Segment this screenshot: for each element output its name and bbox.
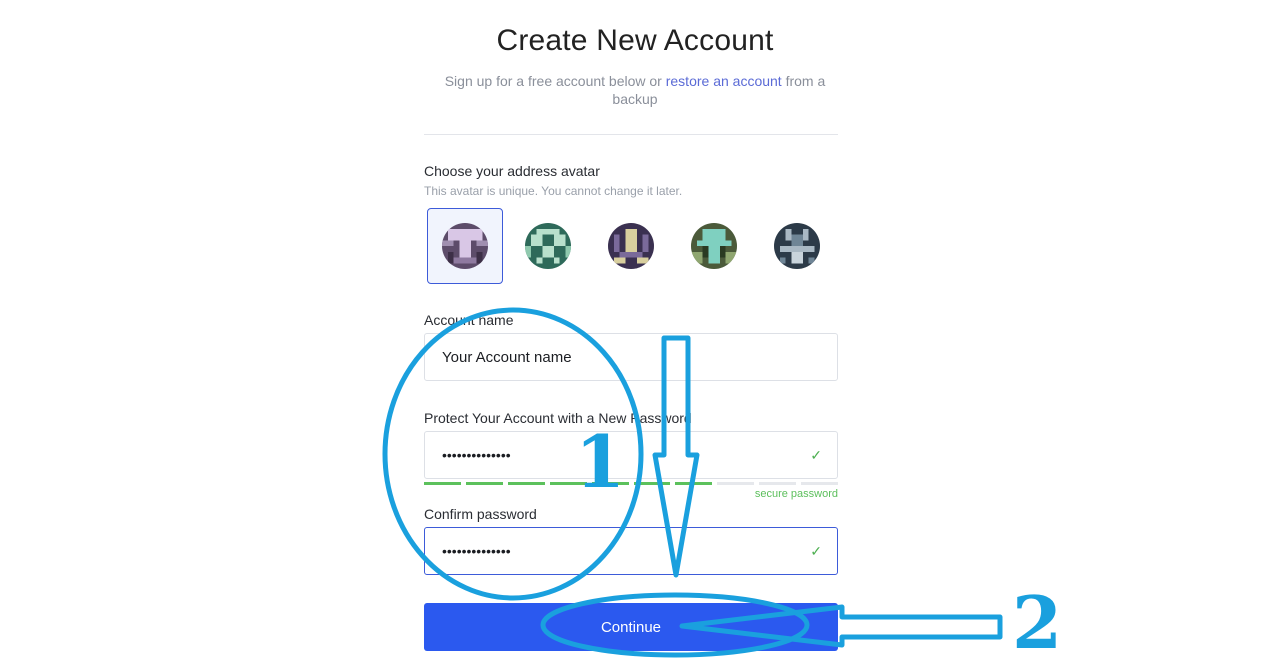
avatar-section-hint: This avatar is unique. You cannot change… xyxy=(424,184,683,198)
account-name-label: Account name xyxy=(424,312,514,328)
avatar-icon xyxy=(774,223,820,269)
annotation-number-1: 1 xyxy=(575,419,626,504)
subtitle-text-before: Sign up for a free account below or xyxy=(444,73,666,89)
avatar-option-4[interactable] xyxy=(676,208,752,284)
strength-segment xyxy=(465,482,503,485)
confirm-password-label: Confirm password xyxy=(424,506,537,522)
strength-segment xyxy=(507,482,545,485)
avatar-icon xyxy=(442,223,488,269)
password-strength-text: secure password xyxy=(754,488,838,500)
confirm-password-valid-check-icon: ✓ xyxy=(810,542,822,559)
strength-segment xyxy=(633,482,671,485)
password-valid-check-icon: ✓ xyxy=(810,446,822,463)
restore-account-link[interactable]: restore an account xyxy=(666,73,782,89)
avatar-option-3[interactable] xyxy=(593,208,669,284)
avatar-icon xyxy=(691,223,737,269)
password-field-wrapper: ✓ xyxy=(424,431,838,479)
strength-segment xyxy=(717,482,755,485)
account-name-field-wrapper xyxy=(424,333,838,381)
page-title: Create New Account xyxy=(496,24,774,57)
page-subtitle: Sign up for a free account below or rest… xyxy=(440,72,830,108)
avatar-icon xyxy=(608,223,654,269)
annotation-number-2: 2 xyxy=(1012,580,1063,665)
avatar-icon xyxy=(525,223,571,269)
account-name-input[interactable] xyxy=(440,347,822,367)
avatar-option-1[interactable] xyxy=(427,208,503,284)
strength-segment xyxy=(675,482,713,485)
strength-segment xyxy=(759,482,797,485)
avatar-option-2[interactable] xyxy=(510,208,586,284)
avatar-section-label: Choose your address avatar xyxy=(424,163,600,179)
continue-button[interactable]: Continue xyxy=(424,603,838,651)
confirm-password-field-wrapper: ✓ xyxy=(424,527,838,575)
avatar-option-5[interactable] xyxy=(759,208,835,284)
confirm-password-input[interactable] xyxy=(440,542,803,560)
password-label: Protect Your Account with a New Password xyxy=(424,410,692,426)
header-divider xyxy=(424,134,838,135)
password-strength-meter xyxy=(424,482,839,485)
strength-segment xyxy=(424,482,461,485)
strength-segment xyxy=(801,482,839,485)
